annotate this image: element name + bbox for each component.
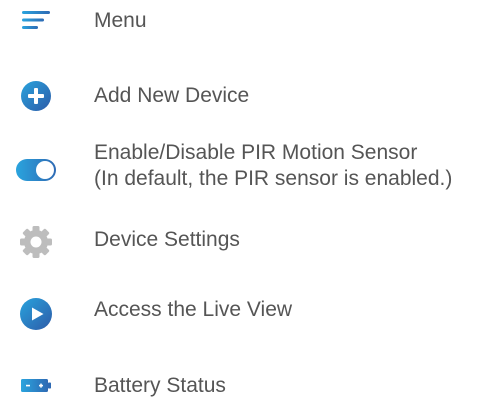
menu-item-label: Enable/Disable PIR Motion Sensor (In def… xyxy=(94,140,452,192)
menu-item-label: Access the Live View xyxy=(94,298,293,321)
menu-item-battery-status[interactable]: Battery Status xyxy=(0,370,499,402)
menu-item-label: Add New Device xyxy=(94,84,250,107)
menu-item-add-new-device[interactable]: Add New Device xyxy=(0,76,499,116)
gear-icon[interactable] xyxy=(16,225,56,259)
toggle-switch-icon[interactable] xyxy=(16,158,56,182)
plus-circle-icon[interactable] xyxy=(16,80,56,112)
menu-item-label: Menu xyxy=(94,9,147,32)
pir-label-line1: Enable/Disable PIR Motion Sensor xyxy=(94,141,418,164)
menu-item-menu[interactable]: Menu xyxy=(0,0,499,42)
hamburger-menu-icon[interactable] xyxy=(16,8,56,32)
menu-item-live-view[interactable]: Access the Live View xyxy=(0,294,499,334)
play-circle-icon[interactable] xyxy=(16,297,56,331)
menu-item-pir-toggle[interactable]: Enable/Disable PIR Motion Sensor (In def… xyxy=(0,140,499,196)
menu-item-device-settings[interactable]: Device Settings xyxy=(0,222,499,262)
menu-item-label: Battery Status xyxy=(94,374,226,397)
menu-item-label: Device Settings xyxy=(94,228,240,251)
battery-icon[interactable] xyxy=(16,374,56,396)
pir-label-line2: (In default, the PIR sensor is enabled.) xyxy=(94,167,453,190)
